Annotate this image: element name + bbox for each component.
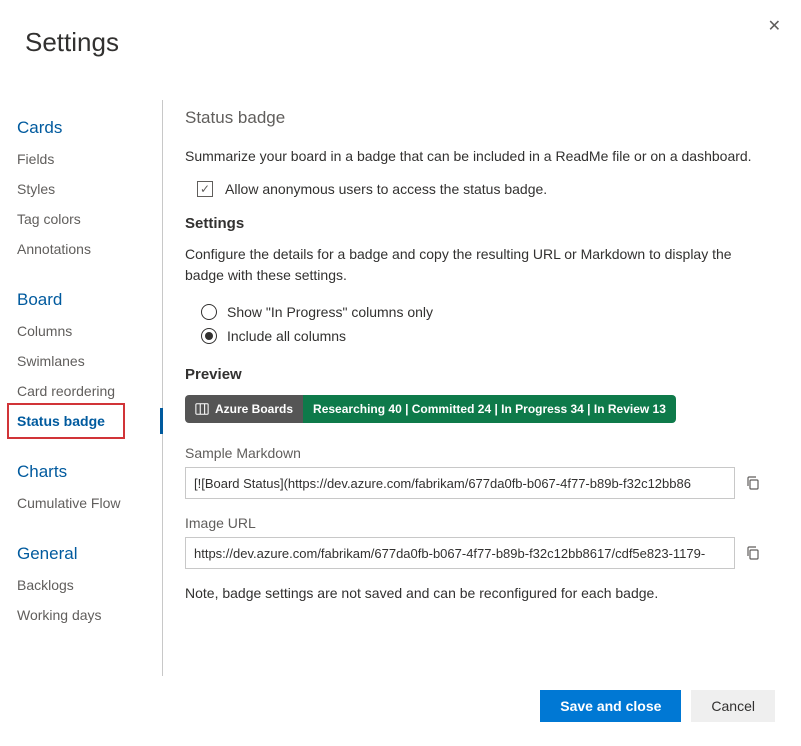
- highlight-box: [7, 403, 125, 439]
- sidebar-item-columns[interactable]: Columns: [0, 316, 162, 346]
- sidebar: Cards Fields Styles Tag colors Annotatio…: [0, 100, 163, 676]
- markdown-input[interactable]: [185, 467, 735, 499]
- radio-all-label: Include all columns: [227, 328, 346, 344]
- settings-desc: Configure the details for a badge and co…: [185, 244, 761, 286]
- preview-subtitle: Preview: [185, 366, 761, 383]
- panel-description: Summarize your board in a badge that can…: [185, 146, 761, 167]
- sidebar-section-charts: Charts: [0, 454, 162, 488]
- sidebar-item-annotations[interactable]: Annotations: [0, 234, 162, 264]
- sidebar-item-workingdays[interactable]: Working days: [0, 600, 162, 630]
- page-title: Settings: [0, 0, 801, 58]
- sidebar-section-cards: Cards: [0, 110, 162, 144]
- imageurl-label: Image URL: [185, 515, 761, 531]
- sidebar-section-general: General: [0, 536, 162, 570]
- settings-subtitle: Settings: [185, 215, 761, 232]
- badge-brand: Azure Boards: [215, 402, 293, 416]
- cancel-button[interactable]: Cancel: [691, 690, 775, 722]
- badge-status: Researching 40 | Committed 24 | In Progr…: [313, 402, 666, 416]
- status-badge-preview: Azure Boards Researching 40 | Committed …: [185, 395, 676, 423]
- sidebar-item-cumulativeflow[interactable]: Cumulative Flow: [0, 488, 162, 518]
- sidebar-item-tagcolors[interactable]: Tag colors: [0, 204, 162, 234]
- sidebar-item-styles[interactable]: Styles: [0, 174, 162, 204]
- copy-icon[interactable]: [745, 475, 761, 491]
- markdown-label: Sample Markdown: [185, 445, 761, 461]
- panel-title: Status badge: [185, 108, 761, 128]
- radio-inprogress[interactable]: [201, 304, 217, 320]
- save-button[interactable]: Save and close: [540, 690, 681, 722]
- sidebar-item-cardreordering[interactable]: Card reordering: [0, 376, 162, 406]
- imageurl-input[interactable]: [185, 537, 735, 569]
- sidebar-section-board: Board: [0, 282, 162, 316]
- sidebar-item-swimlanes[interactable]: Swimlanes: [0, 346, 162, 376]
- sidebar-item-backlogs[interactable]: Backlogs: [0, 570, 162, 600]
- radio-all[interactable]: [201, 328, 217, 344]
- copy-icon[interactable]: [745, 545, 761, 561]
- boards-icon: [195, 402, 209, 416]
- radio-inprogress-label: Show "In Progress" columns only: [227, 304, 433, 320]
- badge-note: Note, badge settings are not saved and c…: [185, 585, 761, 601]
- allow-anon-label: Allow anonymous users to access the stat…: [225, 181, 547, 197]
- allow-anon-checkbox[interactable]: ✓: [197, 181, 213, 197]
- close-icon[interactable]: ✕: [768, 16, 781, 36]
- sidebar-item-fields[interactable]: Fields: [0, 144, 162, 174]
